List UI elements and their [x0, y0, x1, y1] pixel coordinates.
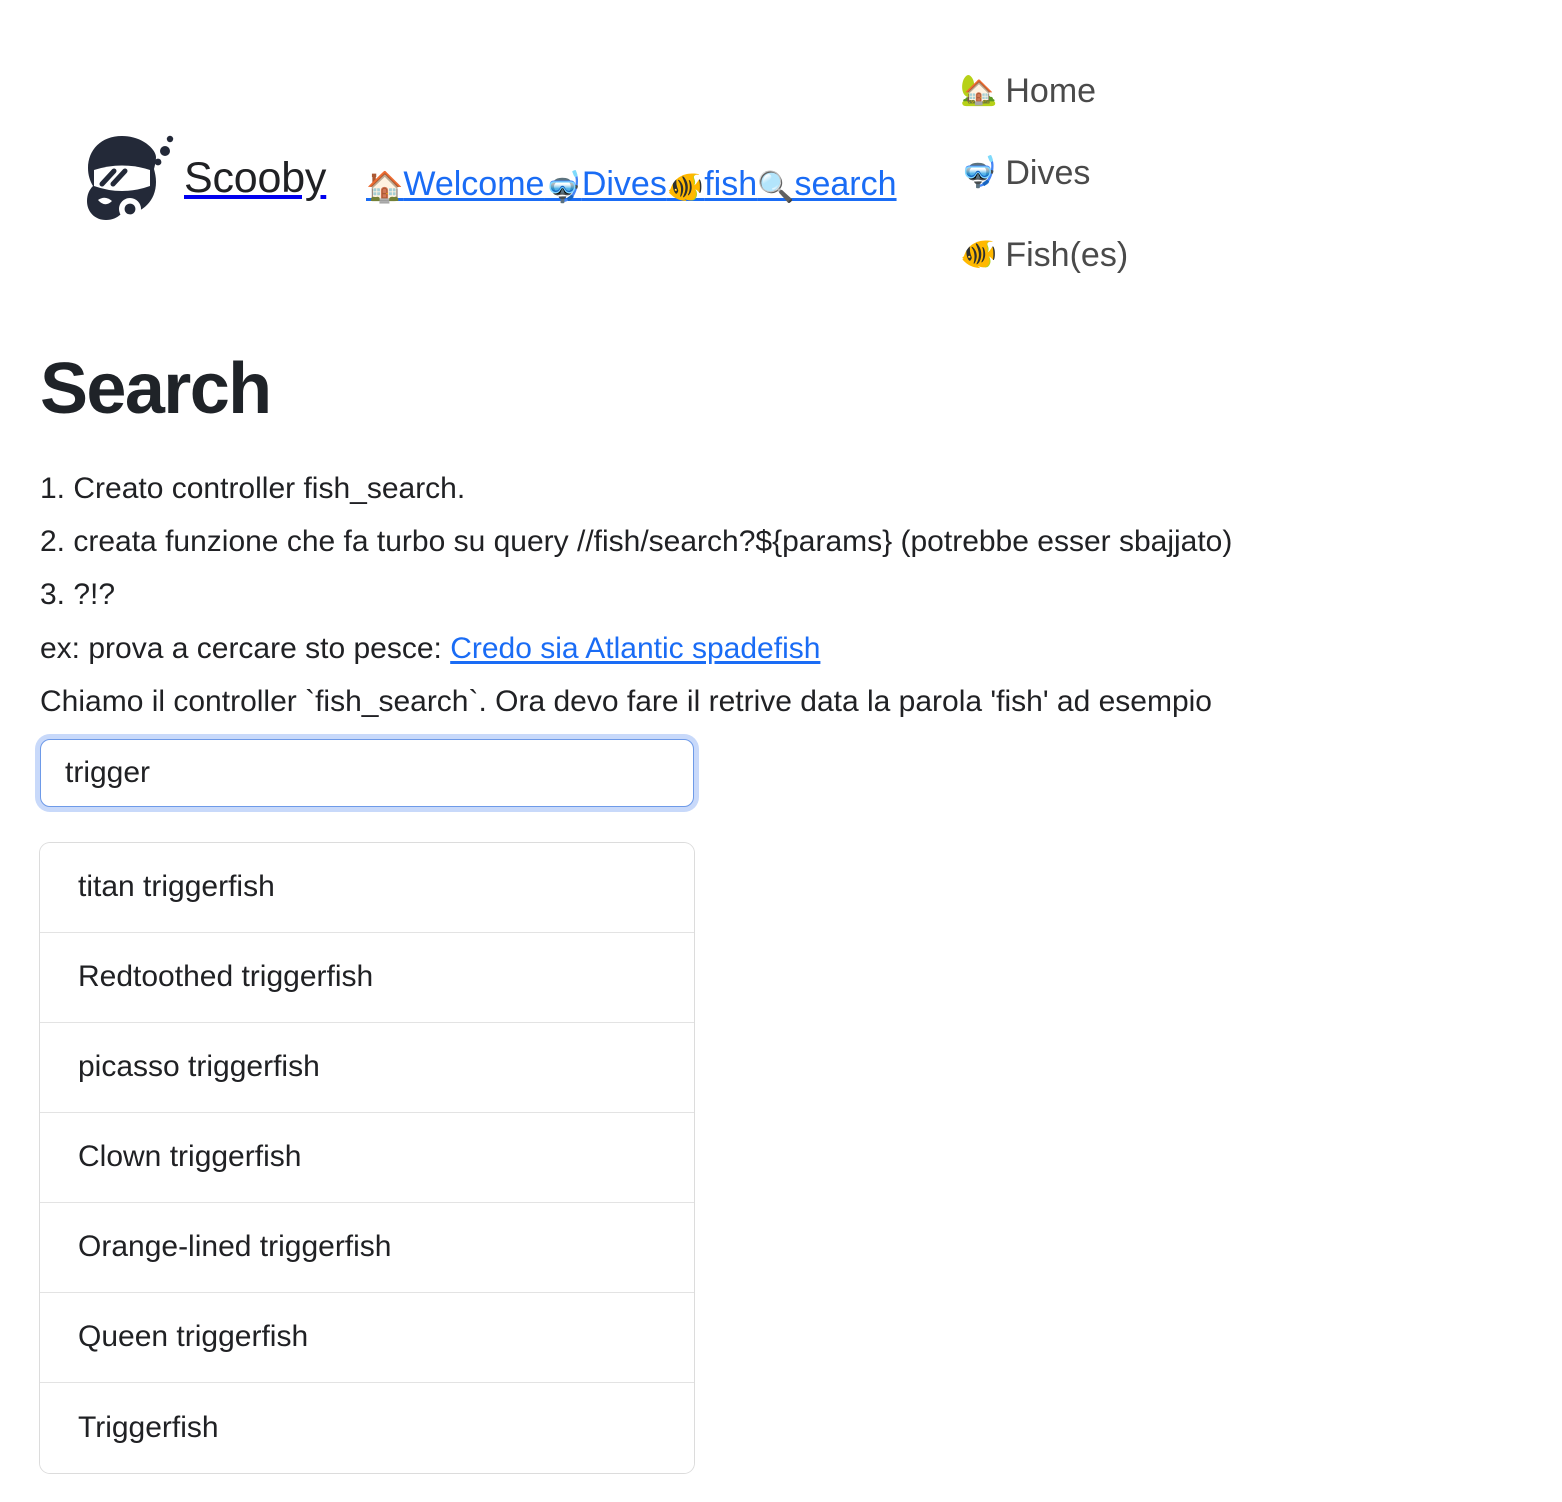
note-line-1: 1. Creato controller fish_search.	[40, 471, 466, 505]
result-item[interactable]: Queen triggerfish	[40, 1292, 694, 1383]
controller-line: Chiamo il controller `fish_search`. Ora …	[40, 685, 1212, 719]
search-field-wrapper	[40, 738, 694, 807]
house-with-garden-icon: 🏡	[960, 74, 998, 108]
inline-nav-label-fish: fish	[704, 165, 758, 203]
side-nav-item-dives[interactable]: 🤿 Dives	[960, 154, 1128, 193]
atlantic-spadefish-link[interactable]: Credo sia Atlantic spadefish	[450, 632, 820, 665]
result-item[interactable]: picasso triggerfish	[40, 1022, 694, 1113]
scuba-diver-logo-icon	[66, 122, 178, 234]
example-line-prefix: ex: prova a cercare sto pesce:	[40, 631, 451, 665]
page-title: Search	[40, 349, 272, 429]
side-nav-label-home: Home	[1005, 72, 1097, 110]
inline-nav-label-welcome: Welcome	[403, 165, 545, 203]
result-item[interactable]: titan triggerfish	[40, 842, 694, 933]
search-results-dropdown: titan triggerfish Redtoothed triggerfish…	[40, 842, 694, 1473]
inline-nav-link-dives[interactable]: 🤿Dives	[544, 165, 667, 204]
magnifying-glass-icon: 🔍	[757, 171, 795, 204]
inline-nav: 🏠Welcome🤿Dives🐠fish🔍search	[366, 163, 897, 207]
side-nav: 🏡 Home 🤿 Dives 🐠 Fish(es)	[960, 72, 1128, 275]
house-icon: 🏠	[366, 171, 404, 204]
tropical-fish-icon: 🐠	[960, 238, 998, 272]
inline-nav-link-welcome[interactable]: 🏠Welcome	[366, 165, 545, 204]
example-line: ex: prova a cercare sto pesce: Credo sia…	[40, 622, 1562, 675]
note-line-3: 3. ?!?	[40, 578, 116, 612]
diving-mask-icon: 🤿	[544, 171, 582, 204]
page-header: Scooby 🏠Welcome🤿Dives🐠fish🔍search 🏡 Home…	[0, 0, 1562, 310]
brand-link[interactable]: Scooby	[66, 122, 326, 234]
side-nav-label-fishes: Fish(es)	[1005, 236, 1129, 275]
side-nav-item-fishes[interactable]: 🐠 Fish(es)	[960, 236, 1128, 275]
brand-name: Scooby	[184, 153, 327, 202]
inline-nav-link-fish[interactable]: 🐠fish	[666, 165, 758, 204]
side-nav-label-dives: Dives	[1005, 154, 1091, 193]
diving-mask-icon: 🤿	[960, 156, 998, 190]
inline-nav-label-dives: Dives	[581, 165, 667, 203]
main-content: Search 1. Creato controller fish_search.…	[40, 349, 1562, 1473]
side-nav-item-home[interactable]: 🏡 Home	[960, 72, 1128, 111]
result-item[interactable]: Clown triggerfish	[40, 1112, 694, 1203]
tropical-fish-icon: 🐠	[666, 171, 705, 204]
result-item[interactable]: Triggerfish	[40, 1382, 694, 1473]
result-item[interactable]: Redtoothed triggerfish	[40, 932, 694, 1023]
note-line-2: 2. creata funzione che fa turbo su query…	[40, 524, 1233, 558]
search-input[interactable]	[40, 738, 694, 807]
inline-nav-label-search: search	[794, 165, 897, 203]
notes-block: 1. Creato controller fish_search. 2. cre…	[40, 462, 1562, 729]
inline-nav-link-search[interactable]: 🔍search	[757, 165, 897, 204]
result-item[interactable]: Orange-lined triggerfish	[40, 1202, 694, 1293]
